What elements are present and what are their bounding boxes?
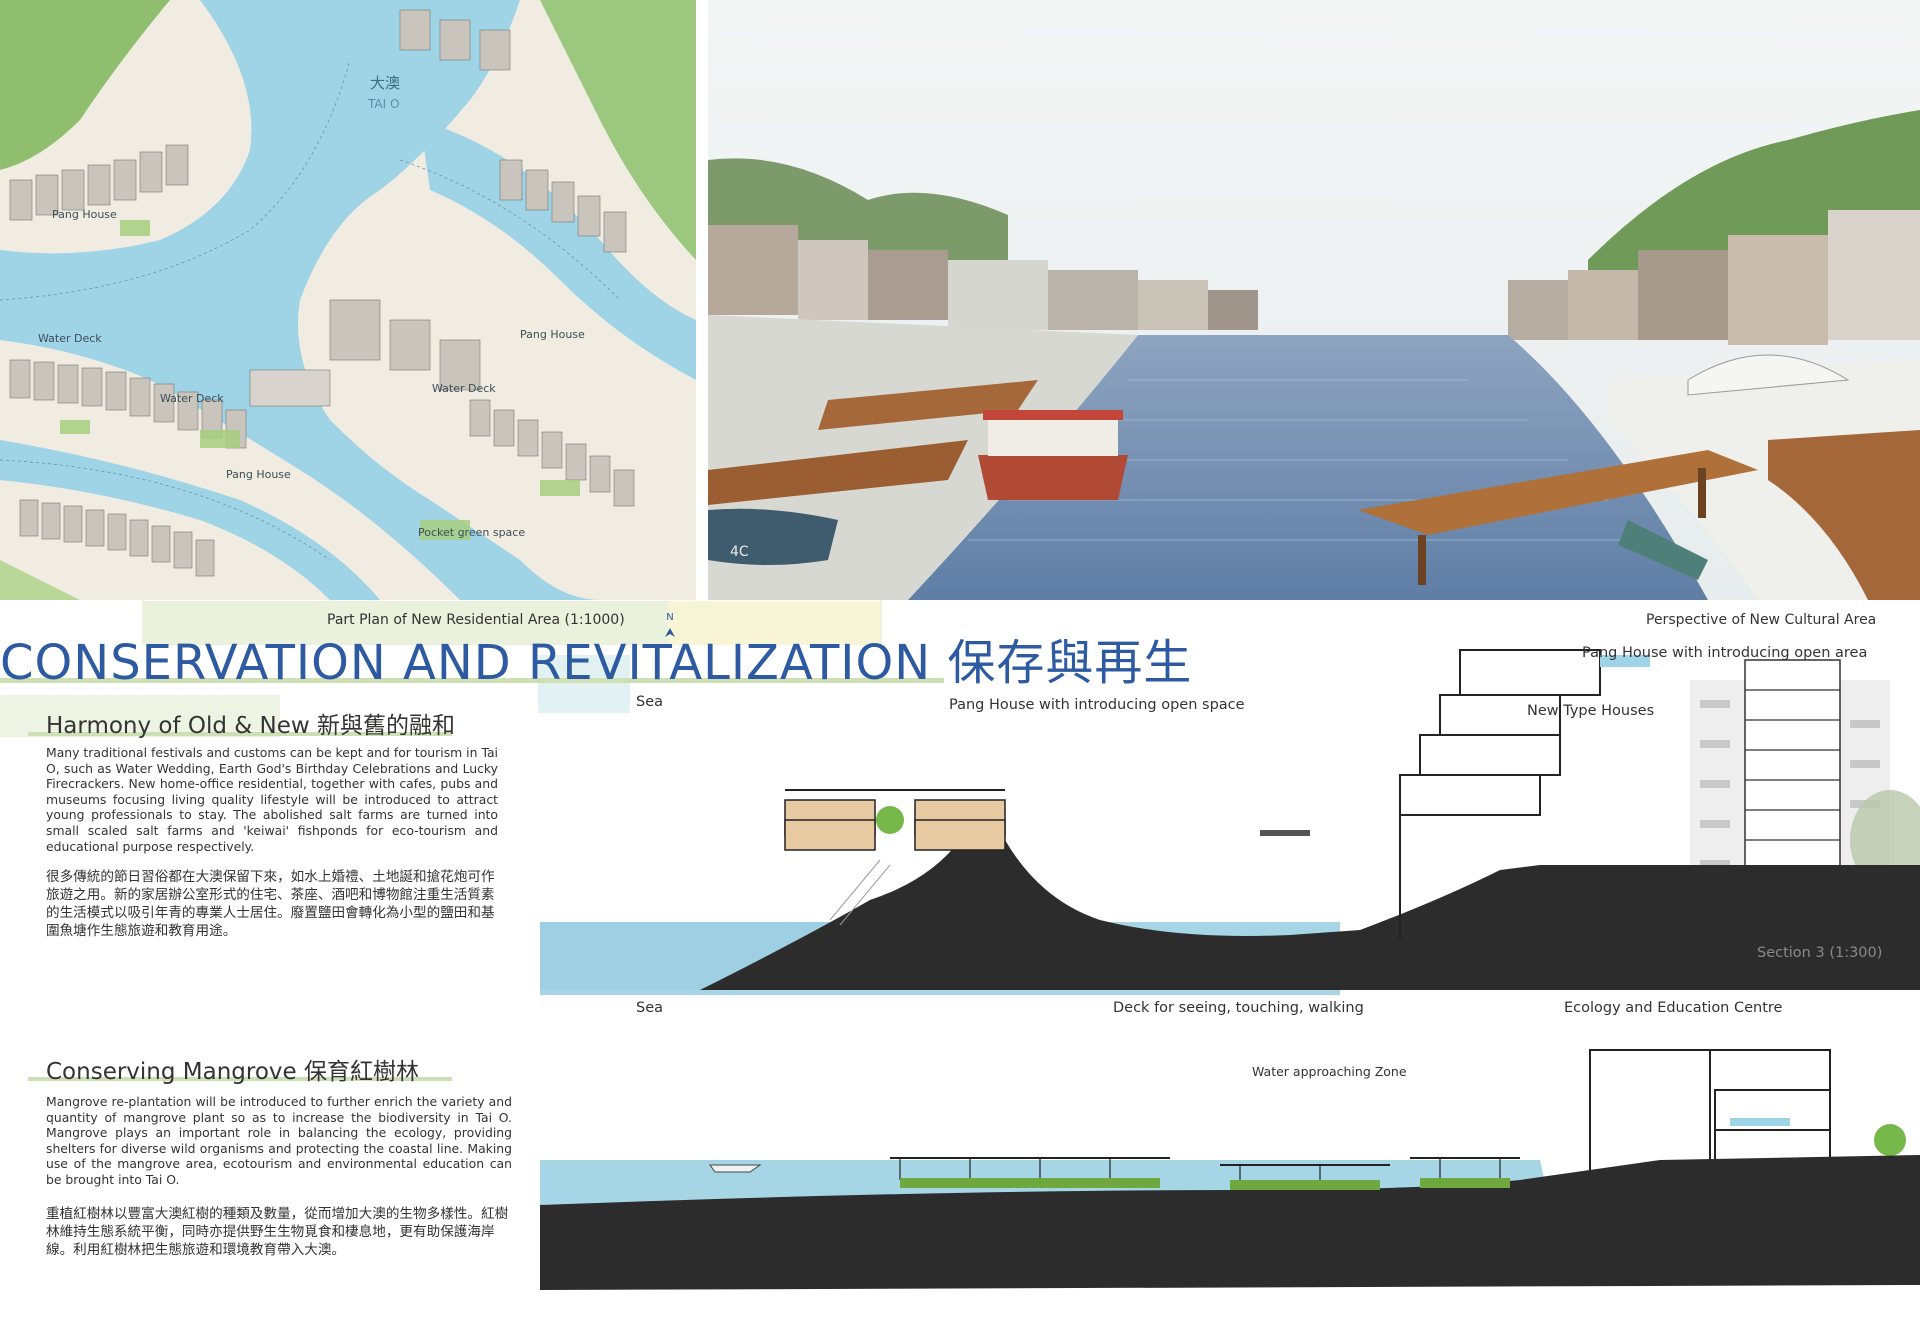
section-3-scale: Section 3 (1:300) (1757, 945, 1883, 961)
map-label-water-deck: Water Deck (432, 382, 496, 395)
perspective-drawing: 4C (708, 0, 1920, 600)
map-label-place-en: TAI O (367, 97, 399, 111)
section-3-label-pang-open-space: Pang House with introducing open space (949, 697, 1245, 713)
section-4-label-sea: Sea (636, 1000, 664, 1016)
boat-number: 4C (730, 544, 749, 560)
map-divider (696, 0, 708, 600)
map-label-pang-house: Pang House (52, 208, 117, 221)
section-3-drawing (540, 640, 1920, 1030)
perspective-caption: Perspective of New Cultural Area (1646, 612, 1877, 628)
map-label-pang-house: Pang House (520, 328, 585, 341)
section-3-svg (540, 649, 1920, 1030)
site-plan-map: 大澳 TAI O Pang House Pang House Pang Hous… (0, 0, 696, 600)
section-4-svg (540, 1049, 1920, 1290)
section-4-drawing (540, 1030, 1920, 1330)
perspective-render: 4C (708, 0, 1920, 600)
section-3-label-new-type: New Type Houses (1527, 703, 1655, 719)
map-label-water-deck: Water Deck (38, 332, 102, 345)
harmony-body-zh: 很多傳統的節日習俗都在大澳保留下來，如水上婚禮、土地誕和搶花炮可作旅遊之用。新的… (46, 869, 495, 939)
section-4-label-water-zone: Water approaching Zone (1252, 1064, 1407, 1079)
harmony-body-en: Many traditional festivals and customs c… (46, 745, 498, 854)
section-3-label-sea: Sea (636, 694, 664, 710)
mangrove-heading: Conserving Mangrove 保育紅樹林 (46, 1059, 419, 1085)
mangrove-body-zh: 重植紅樹林以豐富大澳紅樹的種類及數量，從而增加大澳的生物多樣性。紅樹林維持生態系… (46, 1206, 509, 1258)
site-plan-drawing: 大澳 TAI O Pang House Pang House Pang Hous… (0, 0, 696, 600)
section-4-label-eco: Ecology and Education Centre (1564, 1000, 1783, 1016)
section-4-label-deck: Deck for seeing, touching, walking (1113, 1000, 1364, 1016)
map-label-place-zh: 大澳 (370, 74, 400, 92)
map-label-pocket-green: Pocket green space (418, 526, 525, 539)
map-label-pang-house: Pang House (226, 468, 291, 481)
mangrove-body-en: Mangrove re-plantation will be introduce… (46, 1094, 512, 1187)
map-label-water-deck: Water Deck (160, 392, 224, 405)
harmony-heading: Harmony of Old & New 新與舊的融和 (46, 713, 456, 739)
north-label: N (666, 612, 674, 623)
section-3-label-pang-open-area: Pang House with introducing open area (1582, 645, 1868, 661)
